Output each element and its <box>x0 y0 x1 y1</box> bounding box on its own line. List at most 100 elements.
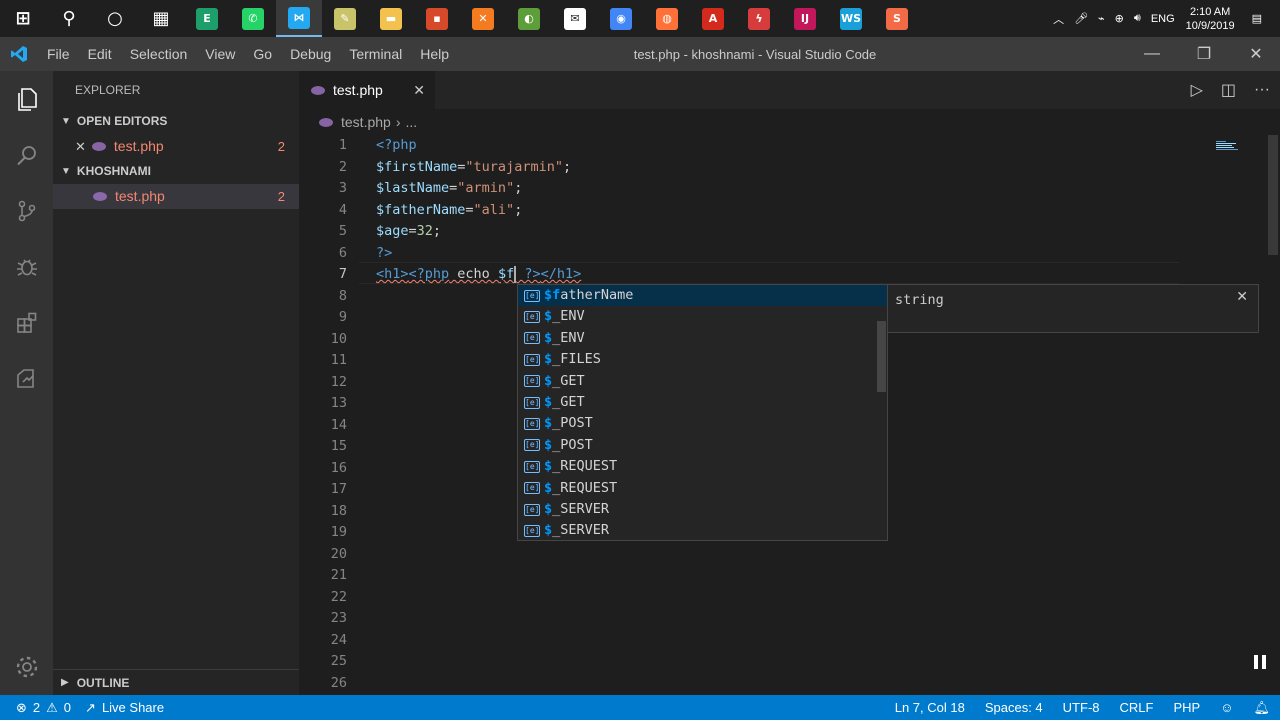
minimap[interactable] <box>1208 139 1268 150</box>
firefox-icon[interactable]: ◍ <box>644 0 690 37</box>
error-icon[interactable]: ⊗ <box>16 700 27 716</box>
acrobat-icon[interactable]: A <box>690 0 736 37</box>
scrollbar-thumb[interactable] <box>1268 135 1278 255</box>
feedback-icon[interactable]: ☺ <box>1220 700 1233 715</box>
open-editors-section[interactable]: ▼ OPEN EDITORS <box>53 109 299 134</box>
line-number: 8 <box>338 287 347 304</box>
line-number: 1 <box>338 137 347 153</box>
file-explorer-icon[interactable]: ▬ <box>368 0 414 37</box>
menu-help[interactable]: Help <box>411 46 458 62</box>
live-share-button[interactable]: Live Share <box>102 700 164 715</box>
folder-file-test-php[interactable]: test.php 2 <box>53 184 299 209</box>
mail-icon[interactable]: ✉ <box>552 0 598 37</box>
indentation[interactable]: Spaces: 4 <box>985 700 1043 715</box>
globe-icon[interactable]: ⊕ <box>1115 12 1124 25</box>
vertical-scrollbar[interactable] <box>1266 135 1280 695</box>
encoding[interactable]: UTF-8 <box>1063 700 1100 715</box>
suggest-item[interactable]: [e] $ _FILES <box>518 349 887 370</box>
show-hidden-icons-icon[interactable]: ︿ <box>1053 11 1064 27</box>
task-view-icon[interactable]: ▦ <box>138 0 184 37</box>
whatsapp-icon[interactable]: ✆ <box>230 0 276 37</box>
notifications-bell-icon[interactable]: 🔔︎ <box>1253 700 1270 716</box>
menu-file[interactable]: File <box>38 46 79 62</box>
more-actions-icon[interactable]: ··· <box>1254 81 1270 99</box>
cortana-icon-glyph: ○ <box>107 8 123 29</box>
warning-icon[interactable]: ⚠ <box>46 700 58 716</box>
menu-debug[interactable]: Debug <box>281 46 340 62</box>
suggest-item[interactable]: [e] $ _SERVER <box>518 520 887 541</box>
menu-terminal[interactable]: Terminal <box>340 46 411 62</box>
open-editor-item-test-php[interactable]: ✕ test.php 2 <box>53 134 299 159</box>
windows-start-icon[interactable]: ⊞ <box>0 0 46 37</box>
network-icon[interactable]: ⌁ <box>1098 12 1105 25</box>
paint-icon[interactable]: ◐ <box>506 0 552 37</box>
menu-selection[interactable]: Selection <box>121 46 197 62</box>
vscode-taskbar-icon[interactable]: ⋈ <box>276 0 322 37</box>
warning-count[interactable]: 0 <box>64 700 71 715</box>
debug-icon[interactable] <box>0 239 53 295</box>
variable-icon: [e] <box>524 439 540 452</box>
webstorm-icon[interactable]: WS <box>828 0 874 37</box>
line-number: 2 <box>338 158 347 175</box>
intellij-icon[interactable]: IJ <box>782 0 828 37</box>
app-tiles-icon[interactable]: ▪ <box>414 0 460 37</box>
sublime-icon[interactable]: S <box>874 0 920 37</box>
suggest-item[interactable]: [e] $ _SERVER <box>518 499 887 520</box>
suggest-item[interactable]: [e] $ _POST <box>518 413 887 434</box>
menu-go[interactable]: Go <box>244 46 281 62</box>
suggest-match: $ <box>544 458 553 475</box>
suggest-match: $ <box>544 308 553 325</box>
explorer-icon[interactable] <box>0 71 53 127</box>
notes-icon[interactable]: ✎ <box>322 0 368 37</box>
vscode-title-bar: File Edit Selection View Go Debug Terminal Help… <box>0 37 1280 71</box>
breadcrumb-more[interactable]: ... <box>406 114 418 130</box>
close-window-button[interactable]: ✕ <box>1230 37 1280 71</box>
split-editor-icon[interactable]: ◫ <box>1221 80 1236 100</box>
windows-taskbar: ⊞ ⚲ ○ ▦ E ✆ ⋈ ✎ ▬ ▪ ✕ ◐ ✉ ◉ ◍ Aϟ IJ WS S ︿ 🎤︎ ⌁ ⊕ 🔊︎ ENG 2:10 AM 1… <box>0 0 1280 37</box>
folder-section-khoshnami[interactable]: ▼ KHOSHNAMI <box>53 159 299 184</box>
restore-button[interactable]: ❐ <box>1178 37 1230 71</box>
suggest-item[interactable]: [e] $ _REQUEST <box>518 456 887 477</box>
breadcrumb-file[interactable]: test.php <box>341 114 391 130</box>
close-tab-icon[interactable]: ✕ <box>413 82 425 99</box>
settings-gear-icon[interactable] <box>0 639 53 695</box>
suggest-item[interactable]: [e] $f atherName <box>518 285 887 307</box>
cortana-icon[interactable]: ○ <box>92 0 138 37</box>
language-indicator[interactable]: ENG <box>1151 13 1175 25</box>
suggest-item[interactable]: [e] $ _ENV <box>518 328 887 349</box>
xampp-icon[interactable]: ✕ <box>460 0 506 37</box>
language-mode[interactable]: PHP <box>1173 700 1200 715</box>
remote-explorer-icon[interactable] <box>0 351 53 407</box>
menu-view[interactable]: View <box>196 46 244 62</box>
suggest-scrollbar[interactable] <box>877 321 886 392</box>
suggest-item[interactable]: [e] $ _POST <box>518 435 887 456</box>
app-green-e-icon[interactable]: E <box>184 0 230 37</box>
outline-section[interactable]: ▶ OUTLINE <box>53 669 299 695</box>
search-icon[interactable]: ⚲ <box>46 0 92 37</box>
close-details-icon[interactable]: ✕ <box>1236 289 1248 305</box>
minimize-button[interactable]: — <box>1126 37 1178 71</box>
microphone-icon[interactable]: 🎤︎ <box>1074 12 1088 25</box>
search-view-icon[interactable] <box>0 127 53 183</box>
line-ending[interactable]: CRLF <box>1120 700 1154 715</box>
flash-icon[interactable]: ϟ <box>736 0 782 37</box>
suggest-item[interactable]: [e] $ _REQUEST <box>518 478 887 499</box>
extensions-icon[interactable] <box>0 295 53 351</box>
error-count[interactable]: 2 <box>33 700 40 715</box>
action-center-icon[interactable]: ▤ <box>1252 12 1262 25</box>
menu-edit[interactable]: Edit <box>79 46 121 62</box>
suggest-rest: _FILES <box>552 351 601 368</box>
run-icon[interactable]: ▷ <box>1191 80 1203 100</box>
close-editor-icon[interactable]: ✕ <box>75 134 86 159</box>
pause-icon[interactable] <box>1251 655 1269 673</box>
suggest-item[interactable]: [e] $ _GET <box>518 392 887 413</box>
suggest-item[interactable]: [e] $ _GET <box>518 371 887 392</box>
cursor-position[interactable]: Ln 7, Col 18 <box>895 700 965 715</box>
suggest-item[interactable]: [e] $ _ENV <box>518 306 887 327</box>
paint-icon-glyph: ◐ <box>518 7 540 30</box>
chrome-icon[interactable]: ◉ <box>598 0 644 37</box>
tab-test-php[interactable]: test.php ✕ <box>299 71 435 109</box>
clock[interactable]: 2:10 AM 10/9/2019 <box>1186 5 1235 33</box>
source-control-icon[interactable] <box>0 183 53 239</box>
volume-icon[interactable]: 🔊︎ <box>1134 12 1141 25</box>
